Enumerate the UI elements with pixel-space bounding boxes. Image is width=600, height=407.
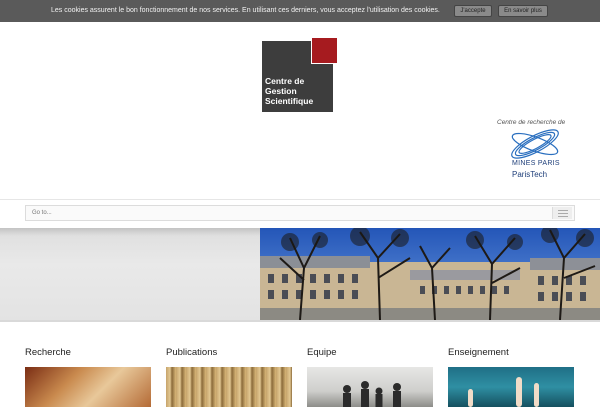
book-text-photo[interactable]	[25, 367, 151, 407]
section-title-recherche[interactable]: Recherche	[25, 347, 151, 358]
section-title-equipe[interactable]: Equipe	[307, 347, 433, 358]
section-recherche[interactable]: Recherche	[25, 347, 151, 407]
section-equipe[interactable]: Equipe	[307, 347, 433, 407]
site-logo[interactable]: Centre de Gestion Scientifique	[262, 37, 338, 112]
section-title-enseignement[interactable]: Enseignement	[448, 347, 574, 358]
banner-divider	[0, 320, 600, 322]
header-divider	[0, 199, 600, 200]
section-title-publications[interactable]: Publications	[166, 347, 292, 358]
menu-icon[interactable]	[552, 207, 572, 219]
logo-text: Centre de Gestion Scientifique	[265, 76, 314, 106]
bookshelf-photo[interactable]	[166, 367, 292, 407]
partner-name-line1: MINES PARIS	[512, 160, 560, 167]
nav-goto-select[interactable]: Go to...	[25, 205, 575, 221]
cookie-learn-more-button[interactable]: En savoir plus	[498, 5, 548, 17]
partner-name-line2: ParisTech	[512, 170, 548, 179]
logo-red-square	[311, 37, 338, 64]
cookie-bar: Les cookies assurent le bon fonctionneme…	[0, 0, 600, 22]
section-publications[interactable]: Publications	[166, 347, 292, 407]
cookie-accept-button[interactable]: J'accepte	[454, 5, 492, 17]
people-silhouettes-photo[interactable]	[307, 367, 433, 407]
cookie-message: Les cookies assurent le bon fonctionneme…	[51, 7, 440, 14]
partner-label: Centre de recherche de	[497, 119, 566, 126]
section-enseignement[interactable]: Enseignement	[448, 347, 574, 407]
banner-blank-panel	[0, 228, 260, 320]
banner-shadow	[0, 228, 260, 236]
raised-hands-photo[interactable]	[448, 367, 574, 407]
nav-goto-label: Go to...	[32, 210, 52, 216]
campus-building-photo	[260, 228, 600, 320]
